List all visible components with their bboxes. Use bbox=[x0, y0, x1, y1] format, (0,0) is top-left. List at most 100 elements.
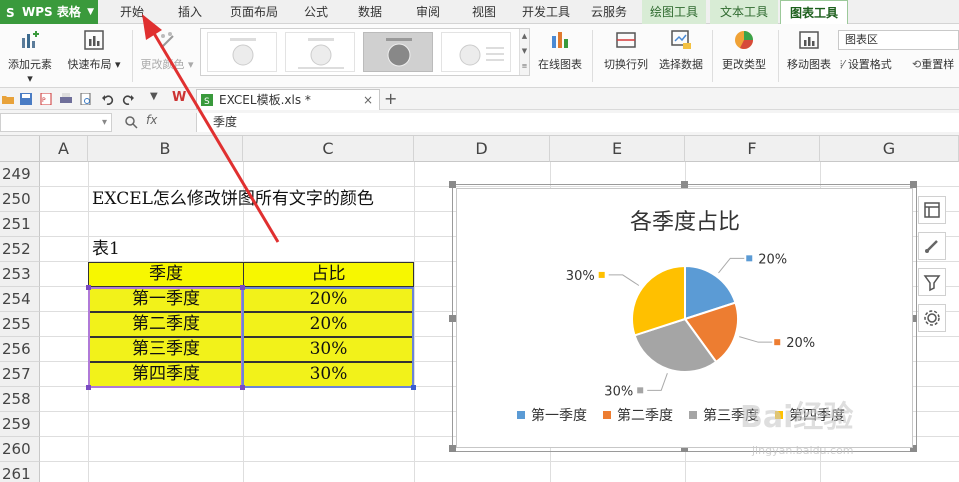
table-header-quarter[interactable]: 季度 bbox=[88, 262, 244, 287]
row-header[interactable]: 252 bbox=[0, 237, 40, 262]
export-pdf-icon[interactable]: P bbox=[40, 93, 52, 105]
table-cell-quarter[interactable]: 第一季度 bbox=[88, 287, 244, 312]
switch-row-col-button[interactable]: 切换行列 bbox=[598, 28, 654, 72]
chart-settings-button[interactable] bbox=[918, 304, 946, 332]
column-header-g[interactable]: G bbox=[820, 136, 959, 162]
chart-style-button[interactable] bbox=[918, 232, 946, 260]
chart-resize-handle[interactable] bbox=[449, 445, 456, 452]
table-cell-quarter[interactable]: 第二季度 bbox=[88, 312, 244, 337]
row-header[interactable]: 256 bbox=[0, 337, 40, 362]
row-header[interactable]: 251 bbox=[0, 212, 40, 237]
save-icon[interactable] bbox=[20, 93, 32, 105]
legend-entry[interactable]: 第二季度 bbox=[617, 407, 673, 424]
chart-resize-handle[interactable] bbox=[910, 181, 917, 188]
table-cell-quarter[interactable]: 第四季度 bbox=[88, 362, 244, 387]
online-chart-button[interactable]: 在线图表 bbox=[534, 28, 586, 72]
row-header[interactable]: 258 bbox=[0, 387, 40, 412]
open-folder-icon[interactable] bbox=[2, 93, 14, 105]
tab-developer[interactable]: 开发工具 bbox=[516, 0, 576, 24]
row-header[interactable]: 254 bbox=[0, 287, 40, 312]
name-box[interactable]: ▾ bbox=[0, 113, 112, 132]
wps-app-menu-button[interactable]: S WPS 表格 ▼ bbox=[0, 0, 98, 24]
document-tab[interactable]: S EXCEL模板.xls * × bbox=[196, 89, 380, 110]
tab-chart-tools[interactable]: 图表工具 bbox=[780, 0, 848, 24]
row-header[interactable]: 253 bbox=[0, 262, 40, 287]
range-handle[interactable] bbox=[240, 385, 245, 390]
new-tab-plus-icon[interactable]: + bbox=[384, 89, 397, 109]
format-settings-button[interactable]: ⦙⁄ 设置格式 bbox=[840, 56, 910, 72]
row-header[interactable]: 259 bbox=[0, 412, 40, 437]
tab-drawing-tools[interactable]: 绘图工具 bbox=[642, 0, 706, 24]
row-header[interactable]: 250 bbox=[0, 187, 40, 212]
tab-data[interactable]: 数据 bbox=[348, 0, 392, 24]
pie-chart[interactable]: 各季度占比 20% 20% 30% 30% 第一季度 第二季度 第三季度 第四季度 bbox=[456, 188, 913, 448]
table-cell-quarter[interactable]: 第三季度 bbox=[88, 337, 244, 362]
tab-home[interactable]: 开始 bbox=[110, 0, 154, 24]
tab-page-layout[interactable]: 页面布局 bbox=[222, 0, 286, 24]
data-label[interactable]: 20% bbox=[758, 252, 787, 267]
tab-review[interactable]: 审阅 bbox=[406, 0, 450, 24]
column-header-c[interactable]: C bbox=[243, 136, 414, 162]
function-fx-icon[interactable]: fx bbox=[146, 113, 157, 127]
data-label[interactable]: 30% bbox=[566, 269, 595, 284]
chart-style-thumb-selected[interactable] bbox=[363, 32, 433, 72]
tab-formulas[interactable]: 公式 bbox=[294, 0, 338, 24]
range-handle[interactable] bbox=[86, 285, 91, 290]
change-type-button[interactable]: 更改类型 bbox=[716, 28, 772, 72]
gallery-scroll[interactable]: ▲ ▼ ≡ bbox=[519, 29, 529, 75]
close-tab-icon[interactable]: × bbox=[363, 90, 373, 110]
column-header-f[interactable]: F bbox=[685, 136, 820, 162]
zoom-search-icon[interactable] bbox=[124, 115, 138, 129]
undo-icon[interactable] bbox=[102, 93, 114, 105]
column-header-b[interactable]: B bbox=[88, 136, 243, 162]
row-header[interactable]: 257 bbox=[0, 362, 40, 387]
reset-style-button[interactable]: ⟲重置样 bbox=[912, 56, 959, 72]
range-handle[interactable] bbox=[411, 385, 416, 390]
row-header[interactable]: 260 bbox=[0, 437, 40, 462]
range-handle[interactable] bbox=[240, 285, 245, 290]
redo-icon[interactable] bbox=[122, 93, 134, 105]
chart-resize-handle[interactable] bbox=[449, 315, 456, 322]
add-element-button[interactable]: 添加元素 ▾ bbox=[4, 28, 56, 85]
select-data-button[interactable]: 选择数据 bbox=[656, 28, 706, 72]
print-icon[interactable] bbox=[60, 93, 72, 105]
column-header-d[interactable]: D bbox=[414, 136, 550, 162]
data-label[interactable]: 20% bbox=[786, 336, 815, 351]
customize-toolbar-arrow-icon[interactable]: ▼ bbox=[150, 91, 158, 102]
row-header[interactable]: 261 bbox=[0, 462, 40, 482]
row-header[interactable]: 249 bbox=[0, 162, 40, 187]
select-all-corner[interactable] bbox=[0, 136, 40, 162]
chart-resize-handle[interactable] bbox=[449, 181, 456, 188]
column-header-a[interactable]: A bbox=[40, 136, 88, 162]
tab-view[interactable]: 视图 bbox=[462, 0, 506, 24]
change-color-button[interactable]: 更改颜色 ▾ bbox=[138, 28, 196, 72]
chart-title[interactable]: 各季度占比 bbox=[630, 210, 740, 235]
table-cell-share[interactable]: 30% bbox=[243, 362, 414, 387]
chart-filter-button[interactable] bbox=[918, 268, 946, 296]
move-chart-button[interactable]: 移动图表 bbox=[782, 28, 836, 72]
tab-cloud[interactable]: 云服务 bbox=[584, 0, 634, 24]
chart-elements-button[interactable] bbox=[918, 196, 946, 224]
table-cell-share[interactable]: 20% bbox=[243, 287, 414, 312]
chart-element-select[interactable]: 图表区 bbox=[838, 30, 959, 50]
column-header-e[interactable]: E bbox=[550, 136, 685, 162]
chart-style-thumb[interactable] bbox=[285, 32, 355, 72]
legend-entry[interactable]: 第三季度 bbox=[703, 407, 759, 424]
chart-style-thumb[interactable] bbox=[441, 32, 511, 72]
formula-input[interactable]: 季度 bbox=[196, 113, 959, 132]
row-header[interactable]: 255 bbox=[0, 312, 40, 337]
chart-style-thumb[interactable] bbox=[207, 32, 277, 72]
data-label[interactable]: 30% bbox=[604, 384, 633, 399]
chart-resize-handle[interactable] bbox=[681, 181, 688, 188]
cell-table-label[interactable]: 表1 bbox=[92, 237, 120, 262]
quick-layout-button[interactable]: 快速布局 ▾ bbox=[64, 28, 124, 72]
cell-title-text[interactable]: EXCEL怎么修改饼图所有文字的颜色 bbox=[92, 187, 374, 212]
range-handle[interactable] bbox=[86, 385, 91, 390]
print-preview-icon[interactable] bbox=[80, 93, 92, 105]
table-header-share[interactable]: 占比 bbox=[243, 262, 414, 287]
table-cell-share[interactable]: 20% bbox=[243, 312, 414, 337]
legend-entry[interactable]: 第一季度 bbox=[531, 407, 587, 424]
tab-insert[interactable]: 插入 bbox=[168, 0, 212, 24]
legend-entry[interactable]: 第四季度 bbox=[789, 407, 845, 424]
table-cell-share[interactable]: 30% bbox=[243, 337, 414, 362]
